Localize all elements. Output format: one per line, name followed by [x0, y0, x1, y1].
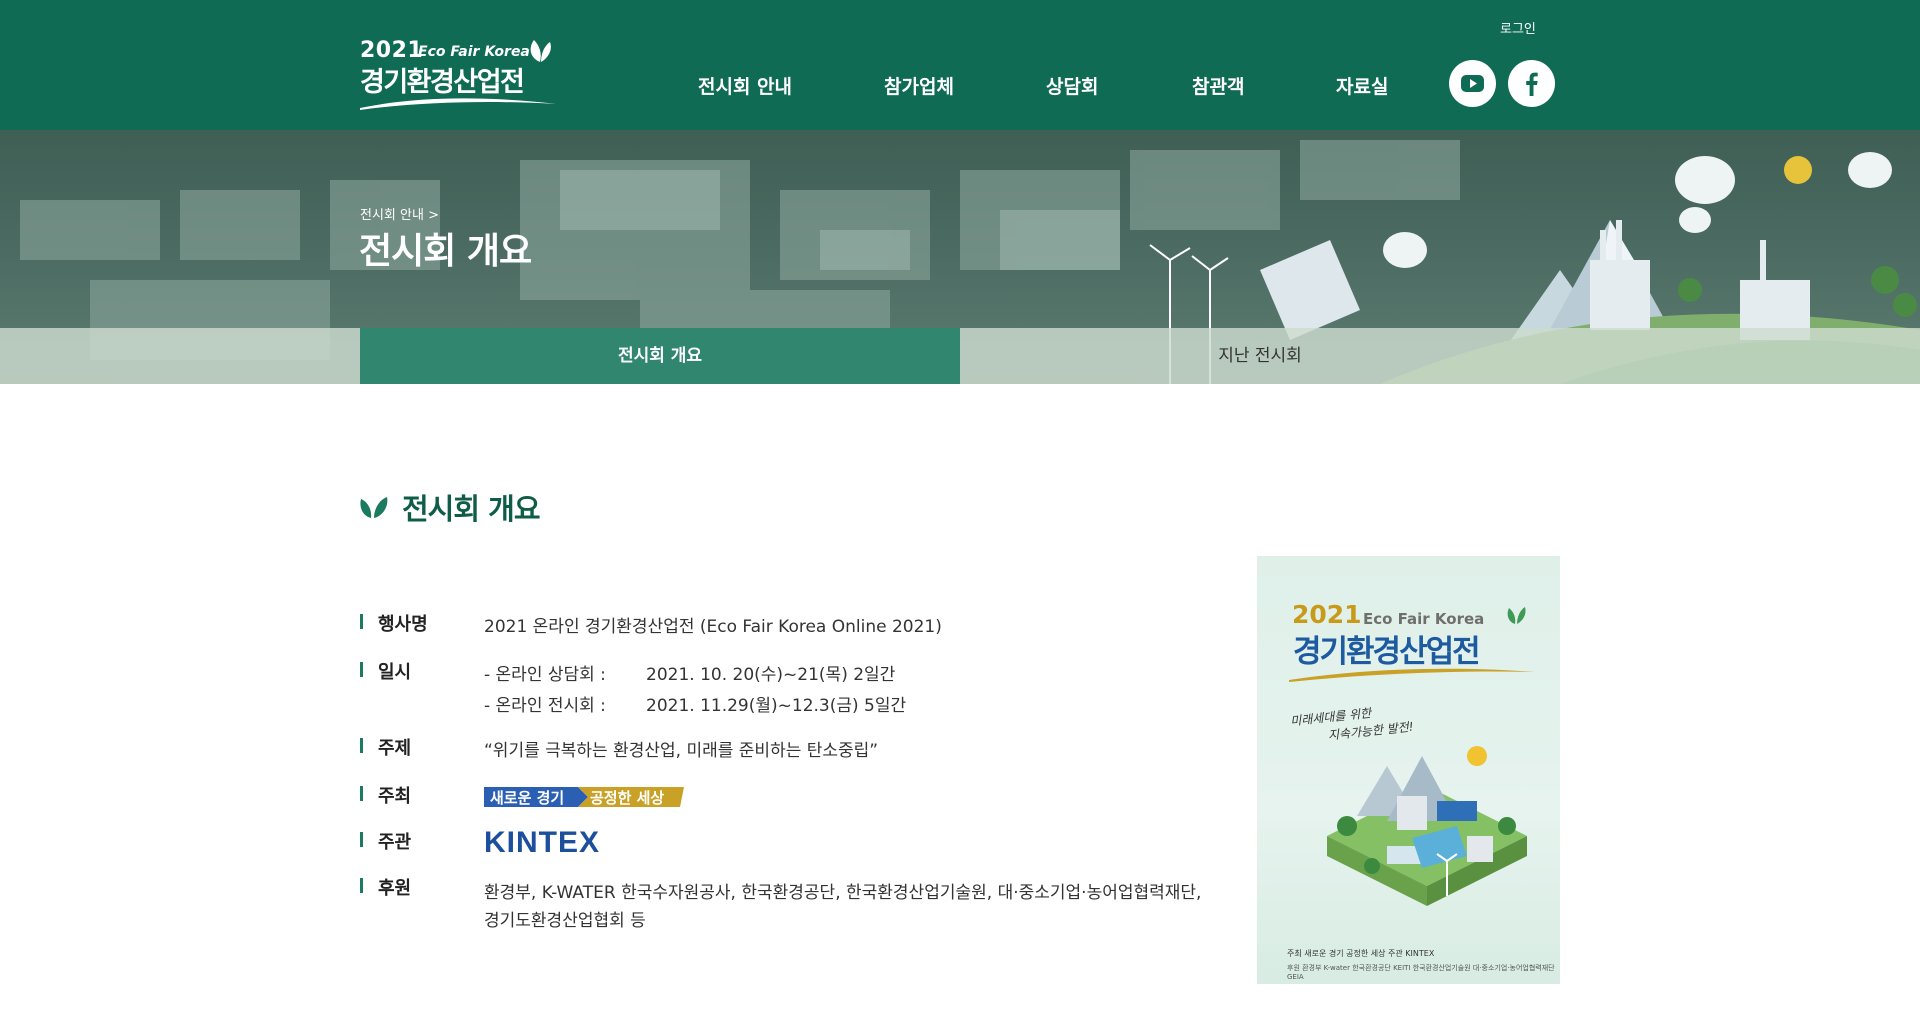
leaf-icon: [530, 40, 551, 62]
schedule-item-name: - 온라인 상담회 :: [484, 665, 606, 685]
label-schedule: 일시: [360, 658, 411, 684]
nav-item-resources[interactable]: 자료실: [1336, 72, 1388, 99]
label-host: 주최: [360, 782, 411, 808]
tab-past-exhibitions[interactable]: 지난 전시회: [960, 328, 1560, 384]
nav-item-exhibitors[interactable]: 참가업체: [884, 72, 954, 99]
slogan-right: 공정한 세상: [590, 789, 664, 807]
page-title: 전시회 개요: [359, 231, 532, 272]
breadcrumb[interactable]: 전시회 안내 >: [360, 204, 439, 223]
poster-footer-sponsors: 후원 환경부 K-water 한국환경공단 KEITI 한국환경산업기술원 대·…: [1287, 964, 1555, 981]
poster-swoosh: [1289, 668, 1535, 682]
section-title: 전시회 개요: [402, 492, 540, 526]
value-sponsor-line1: 환경부, K-WATER 한국수자원공사, 한국환경공단, 한국환경산업기술원,…: [484, 883, 1202, 903]
schedule-item-date: 2021. 10. 20(수)~21(목) 2일간: [646, 665, 896, 685]
schedule-item-date: 2021. 11.29(월)~12.3(금) 5일간: [646, 696, 907, 716]
leaf-icon: [360, 497, 388, 518]
site-header: 2021 Eco Fair Korea 경기환경산업전 로그인 전시회 안내 참…: [0, 0, 1920, 130]
site-logo[interactable]: 2021 Eco Fair Korea 경기환경산업전: [358, 34, 558, 110]
event-poster[interactable]: 2021 Eco Fair Korea 경기환경산업전 미래세대를 위한 지속가…: [1257, 556, 1560, 984]
logo-swoosh: [360, 98, 556, 110]
schedule-item-name: - 온라인 전시회 :: [484, 696, 606, 716]
label-event-name: 행사명: [360, 610, 428, 636]
tab-overview[interactable]: 전시회 개요: [360, 328, 960, 384]
login-link[interactable]: 로그인: [1500, 18, 1536, 37]
nav-item-visitors[interactable]: 참관객: [1192, 72, 1244, 99]
kintex-logo: KINTEX: [484, 826, 601, 859]
value-sponsor-line2: 경기도환경산업협회 등: [484, 911, 646, 931]
nav-item-consultation[interactable]: 상담회: [1046, 72, 1098, 99]
poster-eco-illustration: [1327, 746, 1527, 906]
poster-footer-hosts: 주최 새로운 경기 공정한 세상 주관 KINTEX: [1287, 949, 1435, 958]
value-theme: “위기를 극복하는 환경산업, 미래를 준비하는 탄소중립”: [484, 741, 879, 761]
label-sponsor: 후원: [360, 874, 411, 900]
youtube-button[interactable]: [1449, 60, 1496, 107]
label-theme: 주제: [360, 734, 411, 760]
logo-english: Eco Fair Korea: [418, 44, 530, 60]
nav-item-exhibition-info[interactable]: 전시회 안내: [698, 72, 792, 99]
label-organizer: 주관: [360, 828, 411, 854]
facebook-button[interactable]: [1508, 60, 1555, 107]
value-event-name: 2021 온라인 경기환경산업전 (Eco Fair Korea Online …: [484, 617, 942, 637]
poster-year: 2021: [1292, 600, 1362, 629]
youtube-icon: [1461, 75, 1484, 92]
facebook-icon: [1526, 72, 1538, 96]
sub-tabs: 전시회 개요 지난 전시회: [0, 328, 1920, 384]
gyeonggi-slogan-logo: 새로운 경기 공정한 세상: [484, 787, 684, 807]
slogan-left: 새로운 경기: [490, 789, 564, 807]
leaf-icon: [1507, 607, 1526, 624]
